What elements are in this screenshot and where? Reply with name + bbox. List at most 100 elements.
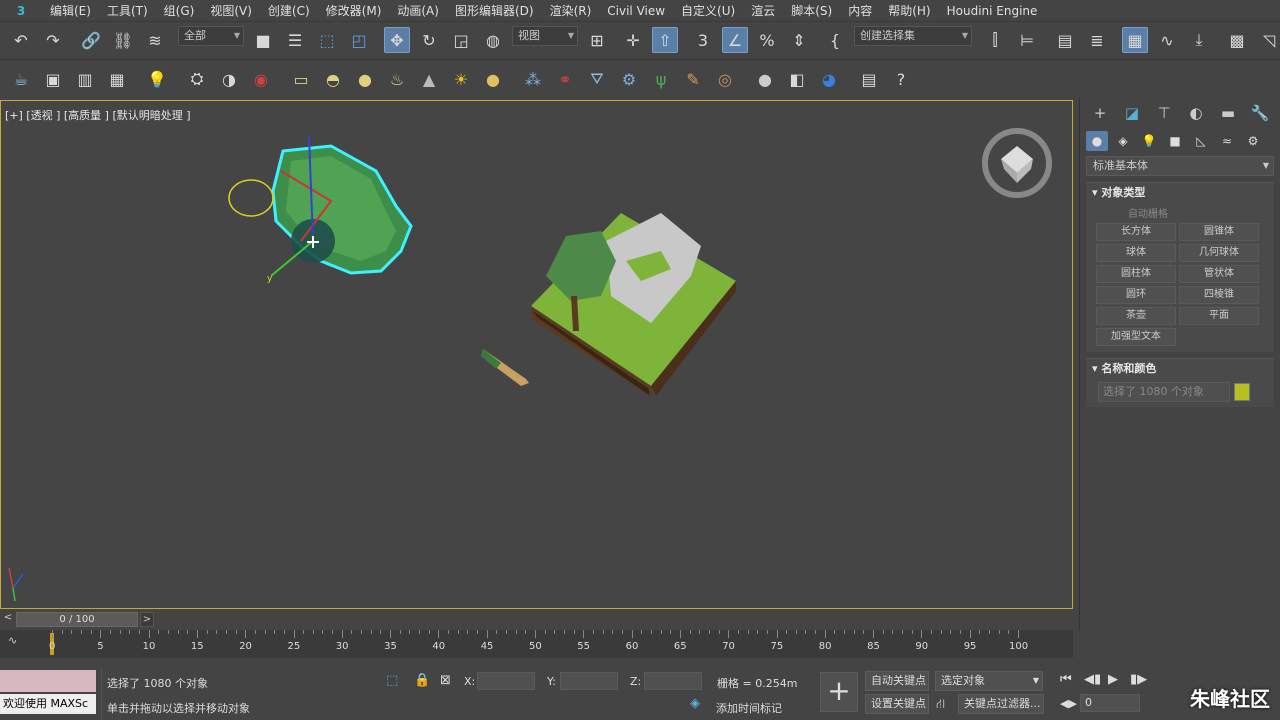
menu-customize[interactable]: 自定义(U) — [673, 0, 743, 22]
bone-icon[interactable]: ⛛ — [584, 66, 610, 92]
selected-tree-object[interactable]: y — [267, 135, 413, 284]
app-logo[interactable]: 3 — [0, 0, 42, 22]
object-name-field[interactable]: 选择了 1080 个对象 — [1098, 382, 1230, 402]
modify-tab-icon[interactable]: ◪ — [1120, 101, 1144, 125]
render-setup-icon[interactable]: ◹ — [1256, 27, 1280, 53]
sky-sphere-icon[interactable]: ● — [480, 66, 506, 92]
menu-content[interactable]: 内容 — [840, 0, 880, 22]
scene-canvas[interactable]: y — [1, 101, 1072, 608]
render-list-icon[interactable]: ▥ — [72, 66, 98, 92]
maxscript-listener-box[interactable] — [0, 670, 96, 692]
light-lister-icon[interactable]: 💡 — [144, 66, 170, 92]
select-manipulate-icon[interactable]: ✛ — [620, 27, 646, 53]
display-tab-icon[interactable]: ▬ — [1216, 101, 1240, 125]
menu-create[interactable]: 创建(C) — [260, 0, 318, 22]
geosphere-button[interactable]: 几何球体 — [1179, 244, 1259, 262]
spacewarps-icon[interactable]: ≈ — [1216, 131, 1238, 151]
selection-filter-dropdown[interactable]: 全部 ▼ — [178, 26, 244, 46]
menu-modifiers[interactable]: 修改器(M) — [318, 0, 390, 22]
spinner-snap-icon[interactable]: ⇕ — [786, 27, 812, 53]
box-button[interactable]: 长方体 — [1096, 223, 1176, 241]
object-type-title[interactable]: ▾ 对象类型 — [1086, 183, 1274, 203]
time-slider[interactable]: 0 / 100 — [16, 612, 138, 627]
utilities-tab-icon[interactable]: 🔧 — [1248, 101, 1272, 125]
curve-editor-toggle-icon[interactable]: ∿ — [8, 634, 17, 647]
ribbon-toggle-icon[interactable]: ▦ — [1122, 27, 1148, 53]
select-place-icon[interactable]: ◍ — [480, 27, 506, 53]
molecule-icon[interactable]: ⚭ — [552, 66, 578, 92]
grass-icon[interactable]: ψ — [648, 66, 674, 92]
hemisphere-icon[interactable]: ◓ — [320, 66, 346, 92]
bind-spacewarp-icon[interactable]: ≋ — [142, 27, 168, 53]
sun-icon[interactable]: ☀ — [448, 66, 474, 92]
keyboard-shortcut-override-icon[interactable]: ⇧ — [652, 27, 678, 53]
menu-scripting[interactable]: 脚本(S) — [783, 0, 840, 22]
align-icon[interactable]: ⊨ — [1014, 27, 1040, 53]
fur-ball-icon[interactable]: ◎ — [712, 66, 738, 92]
log-object[interactable] — [481, 349, 529, 386]
snaps-toggle-icon[interactable]: 3 — [690, 27, 716, 53]
video-camera-icon[interactable]: ◉ — [248, 66, 274, 92]
mirror-icon[interactable]: ⫿ — [982, 27, 1008, 53]
material-editor-icon[interactable]: ▩ — [1224, 27, 1250, 53]
sphere-button[interactable]: 球体 — [1096, 244, 1176, 262]
menu-houdini-engine[interactable]: Houdini Engine — [939, 0, 1046, 22]
create-tab-icon[interactable]: + — [1088, 101, 1112, 125]
lock-icon[interactable]: 🔒 — [414, 673, 430, 688]
set-key-button[interactable]: 设置关键点 — [865, 694, 929, 714]
hair-fur-icon[interactable]: ✎ — [680, 66, 706, 92]
cone-button[interactable]: 圆锥体 — [1179, 223, 1259, 241]
perspective-viewport[interactable]: [+] [透视 ] [高质量 ] [默认明暗处理 ] y — [0, 100, 1073, 609]
house-island-object[interactable] — [531, 213, 736, 396]
teapot-icon[interactable]: ☕ — [8, 66, 34, 92]
viewcube-icon[interactable] — [982, 128, 1052, 198]
menu-rendering[interactable]: 渲染(R) — [542, 0, 600, 22]
systems-icon[interactable]: ⚙ — [1242, 131, 1264, 151]
render-grid-icon[interactable]: ▦ — [104, 66, 130, 92]
shapes-icon[interactable]: ◈ — [1112, 131, 1134, 151]
unlink-icon[interactable]: ⛓ — [110, 27, 136, 53]
schematic-view-icon[interactable]: ⤓ — [1186, 27, 1212, 53]
menu-civil-view[interactable]: Civil View — [599, 0, 673, 22]
material-map-icon[interactable]: ◧ — [784, 66, 810, 92]
sound-icon[interactable]: ◑ — [216, 66, 242, 92]
select-object-icon[interactable]: ■ — [250, 27, 276, 53]
torus-button[interactable]: 圆环 — [1096, 286, 1176, 304]
redo-icon[interactable]: ↷ — [40, 27, 66, 53]
plane-button[interactable]: 平面 — [1179, 307, 1259, 325]
play-icon[interactable]: ▶ — [1108, 672, 1118, 687]
named-selection-dropdown[interactable]: 创建选择集 ▼ — [854, 26, 972, 46]
render-frame-icon[interactable]: ▣ — [40, 66, 66, 92]
menu-group[interactable]: 组(G) — [156, 0, 203, 22]
teapot-primitive-icon[interactable]: ♨ — [384, 66, 410, 92]
render-preview-icon[interactable]: ◕ — [816, 66, 842, 92]
percent-snap-icon[interactable]: % — [754, 27, 780, 53]
ref-coord-dropdown[interactable]: 视图 ▼ — [512, 26, 578, 46]
current-frame-field[interactable]: 0 — [1080, 694, 1140, 712]
autogrid-checkbox[interactable]: 自动栅格 — [1086, 203, 1274, 221]
lights-icon[interactable]: 💡 — [1138, 131, 1160, 151]
hierarchy-tab-icon[interactable]: ⊤ — [1152, 101, 1176, 125]
window-crossing-icon[interactable]: ◰ — [346, 27, 372, 53]
menu-renyun[interactable]: 渲云 — [743, 0, 783, 22]
motion-tab-icon[interactable]: ◐ — [1184, 101, 1208, 125]
add-time-tag-button[interactable]: 添加时间标记 — [716, 700, 782, 716]
teapot-button[interactable]: 茶壶 — [1096, 307, 1176, 325]
help-icon[interactable]: ? — [888, 66, 914, 92]
select-by-name-icon[interactable]: ☰ — [282, 27, 308, 53]
edit-named-selection-icon[interactable]: { — [822, 27, 848, 53]
maxscript-welcome[interactable]: 欢迎使用 MAXSc — [0, 694, 96, 714]
material-sphere-icon[interactable]: ● — [752, 66, 778, 92]
cone-icon[interactable]: ▲ — [416, 66, 442, 92]
cylinder-button[interactable]: 圆柱体 — [1096, 265, 1176, 283]
time-tag-icon[interactable]: ◈ — [690, 696, 700, 711]
menu-views[interactable]: 视图(V) — [202, 0, 260, 22]
next-frame-icon[interactable]: ▮▶ — [1130, 672, 1147, 687]
box-primitive-icon[interactable]: ▭ — [288, 66, 314, 92]
name-color-title[interactable]: ▾ 名称和颜色 — [1086, 359, 1274, 379]
select-rotate-icon[interactable]: ↻ — [416, 27, 442, 53]
cameras-icon[interactable]: ■ — [1164, 131, 1186, 151]
key-filters-button[interactable]: 关键点过滤器... — [958, 694, 1044, 714]
key-mode-icon[interactable]: ⛙ — [936, 697, 945, 714]
undo-icon[interactable]: ↶ — [8, 27, 34, 53]
